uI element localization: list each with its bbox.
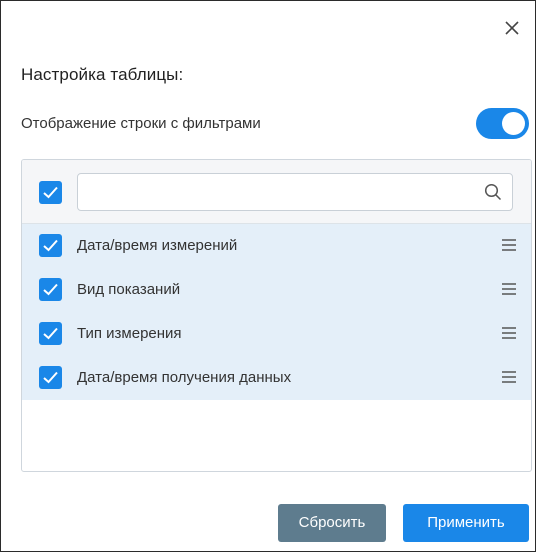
column-checkbox[interactable] (39, 234, 62, 257)
select-all-checkbox[interactable] (39, 181, 62, 204)
column-search-field[interactable] (77, 173, 513, 211)
close-icon (505, 21, 519, 35)
toggle-knob (502, 112, 525, 135)
reset-button[interactable]: Сбросить (278, 504, 386, 542)
column-label: Дата/время получения данных (77, 369, 292, 386)
checkmark-icon (43, 186, 58, 199)
close-button[interactable] (501, 17, 523, 39)
checkmark-icon (43, 283, 58, 296)
drag-handle-icon[interactable] (501, 282, 517, 296)
column-search-input[interactable] (86, 180, 470, 206)
table-settings-dialog: Настройка таблицы: Отображение строки с … (0, 0, 536, 552)
checkmark-icon (43, 327, 58, 340)
list-item[interactable]: Дата/время получения данных (22, 356, 531, 400)
search-icon[interactable] (484, 183, 502, 201)
column-checkbox[interactable] (39, 322, 62, 345)
filter-row-toggle[interactable] (476, 108, 529, 139)
apply-button[interactable]: Применить (403, 504, 529, 542)
column-checkbox[interactable] (39, 278, 62, 301)
column-label: Тип измерения (77, 325, 182, 342)
columns-panel-header (22, 160, 531, 224)
columns-panel: Дата/время измерений Вид показаний Тип и… (21, 159, 532, 472)
drag-handle-icon[interactable] (501, 370, 517, 384)
checkmark-icon (43, 239, 58, 252)
column-checkbox[interactable] (39, 366, 62, 389)
checkmark-icon (43, 371, 58, 384)
column-label: Вид показаний (77, 281, 181, 298)
filter-row-toggle-label: Отображение строки с фильтрами (21, 115, 261, 132)
list-item[interactable]: Тип измерения (22, 312, 531, 356)
column-label: Дата/время измерений (77, 237, 238, 254)
column-list: Дата/время измерений Вид показаний Тип и… (22, 224, 531, 400)
list-item[interactable]: Дата/время измерений (22, 224, 531, 268)
dialog-title: Настройка таблицы: (21, 65, 184, 84)
drag-handle-icon[interactable] (501, 326, 517, 340)
list-item[interactable]: Вид показаний (22, 268, 531, 312)
drag-handle-icon[interactable] (501, 238, 517, 252)
